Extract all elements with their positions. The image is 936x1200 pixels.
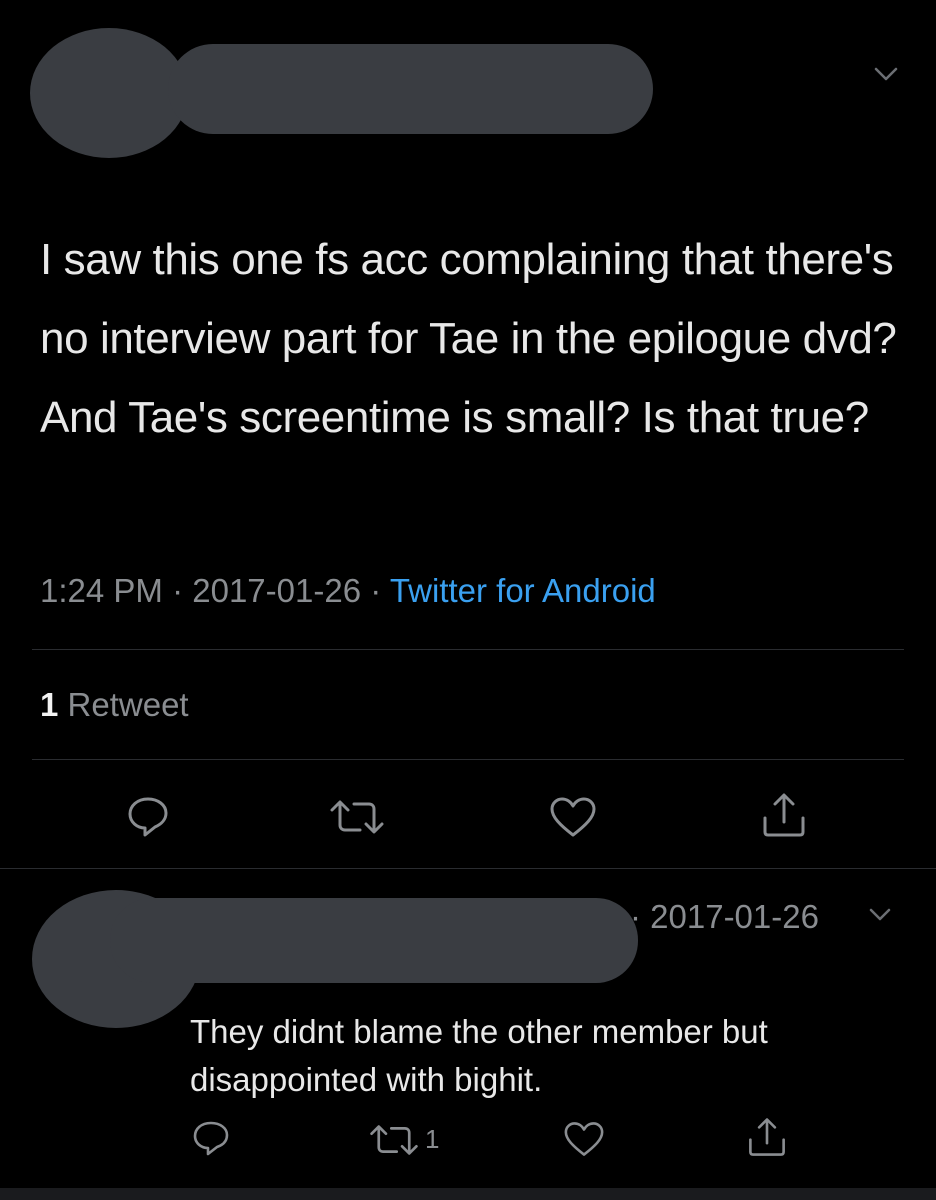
like-icon[interactable] [548,795,598,839]
tweet-date: 2017-01-26 [192,572,362,609]
chevron-down-icon[interactable] [862,902,898,928]
bottom-divider [0,1188,936,1200]
share-icon[interactable] [760,790,808,840]
tweet-text: I saw this one fs acc complaining that t… [40,235,897,442]
share-icon[interactable] [746,1114,788,1160]
avatar[interactable] [30,28,188,158]
meta-separator: · [370,572,382,609]
retweet-count: 1 [40,686,59,723]
meta-separator: · [172,572,184,609]
reply-text: They didnt blame the other member but di… [190,1013,768,1098]
reply-icon[interactable] [190,1118,232,1158]
retweet-stats[interactable]: 1 Retweet [40,686,189,724]
tweet-detail-page: I saw this one fs acc complaining that t… [0,0,936,1200]
chevron-down-icon[interactable] [866,60,906,88]
tweet-time: 1:24 PM [40,572,163,609]
tweet-meta: 1:24 PM · 2017-01-26 · Twitter for Andro… [40,572,656,610]
author-name-redacted[interactable] [168,44,653,134]
author-name-redacted[interactable] [110,898,638,983]
reply-icon[interactable] [124,793,172,839]
retweet-label: Retweet [67,686,189,723]
retweet-icon[interactable] [328,797,386,837]
divider [32,759,904,760]
retweet-icon[interactable] [368,1122,420,1158]
like-icon[interactable] [562,1120,606,1158]
reply-retweet-count: 1 [425,1124,440,1154]
divider [32,649,904,650]
divider [0,868,936,869]
tweet-source-link[interactable]: Twitter for Android [390,572,656,609]
reply-date: · 2017-01-26 [630,898,819,935]
